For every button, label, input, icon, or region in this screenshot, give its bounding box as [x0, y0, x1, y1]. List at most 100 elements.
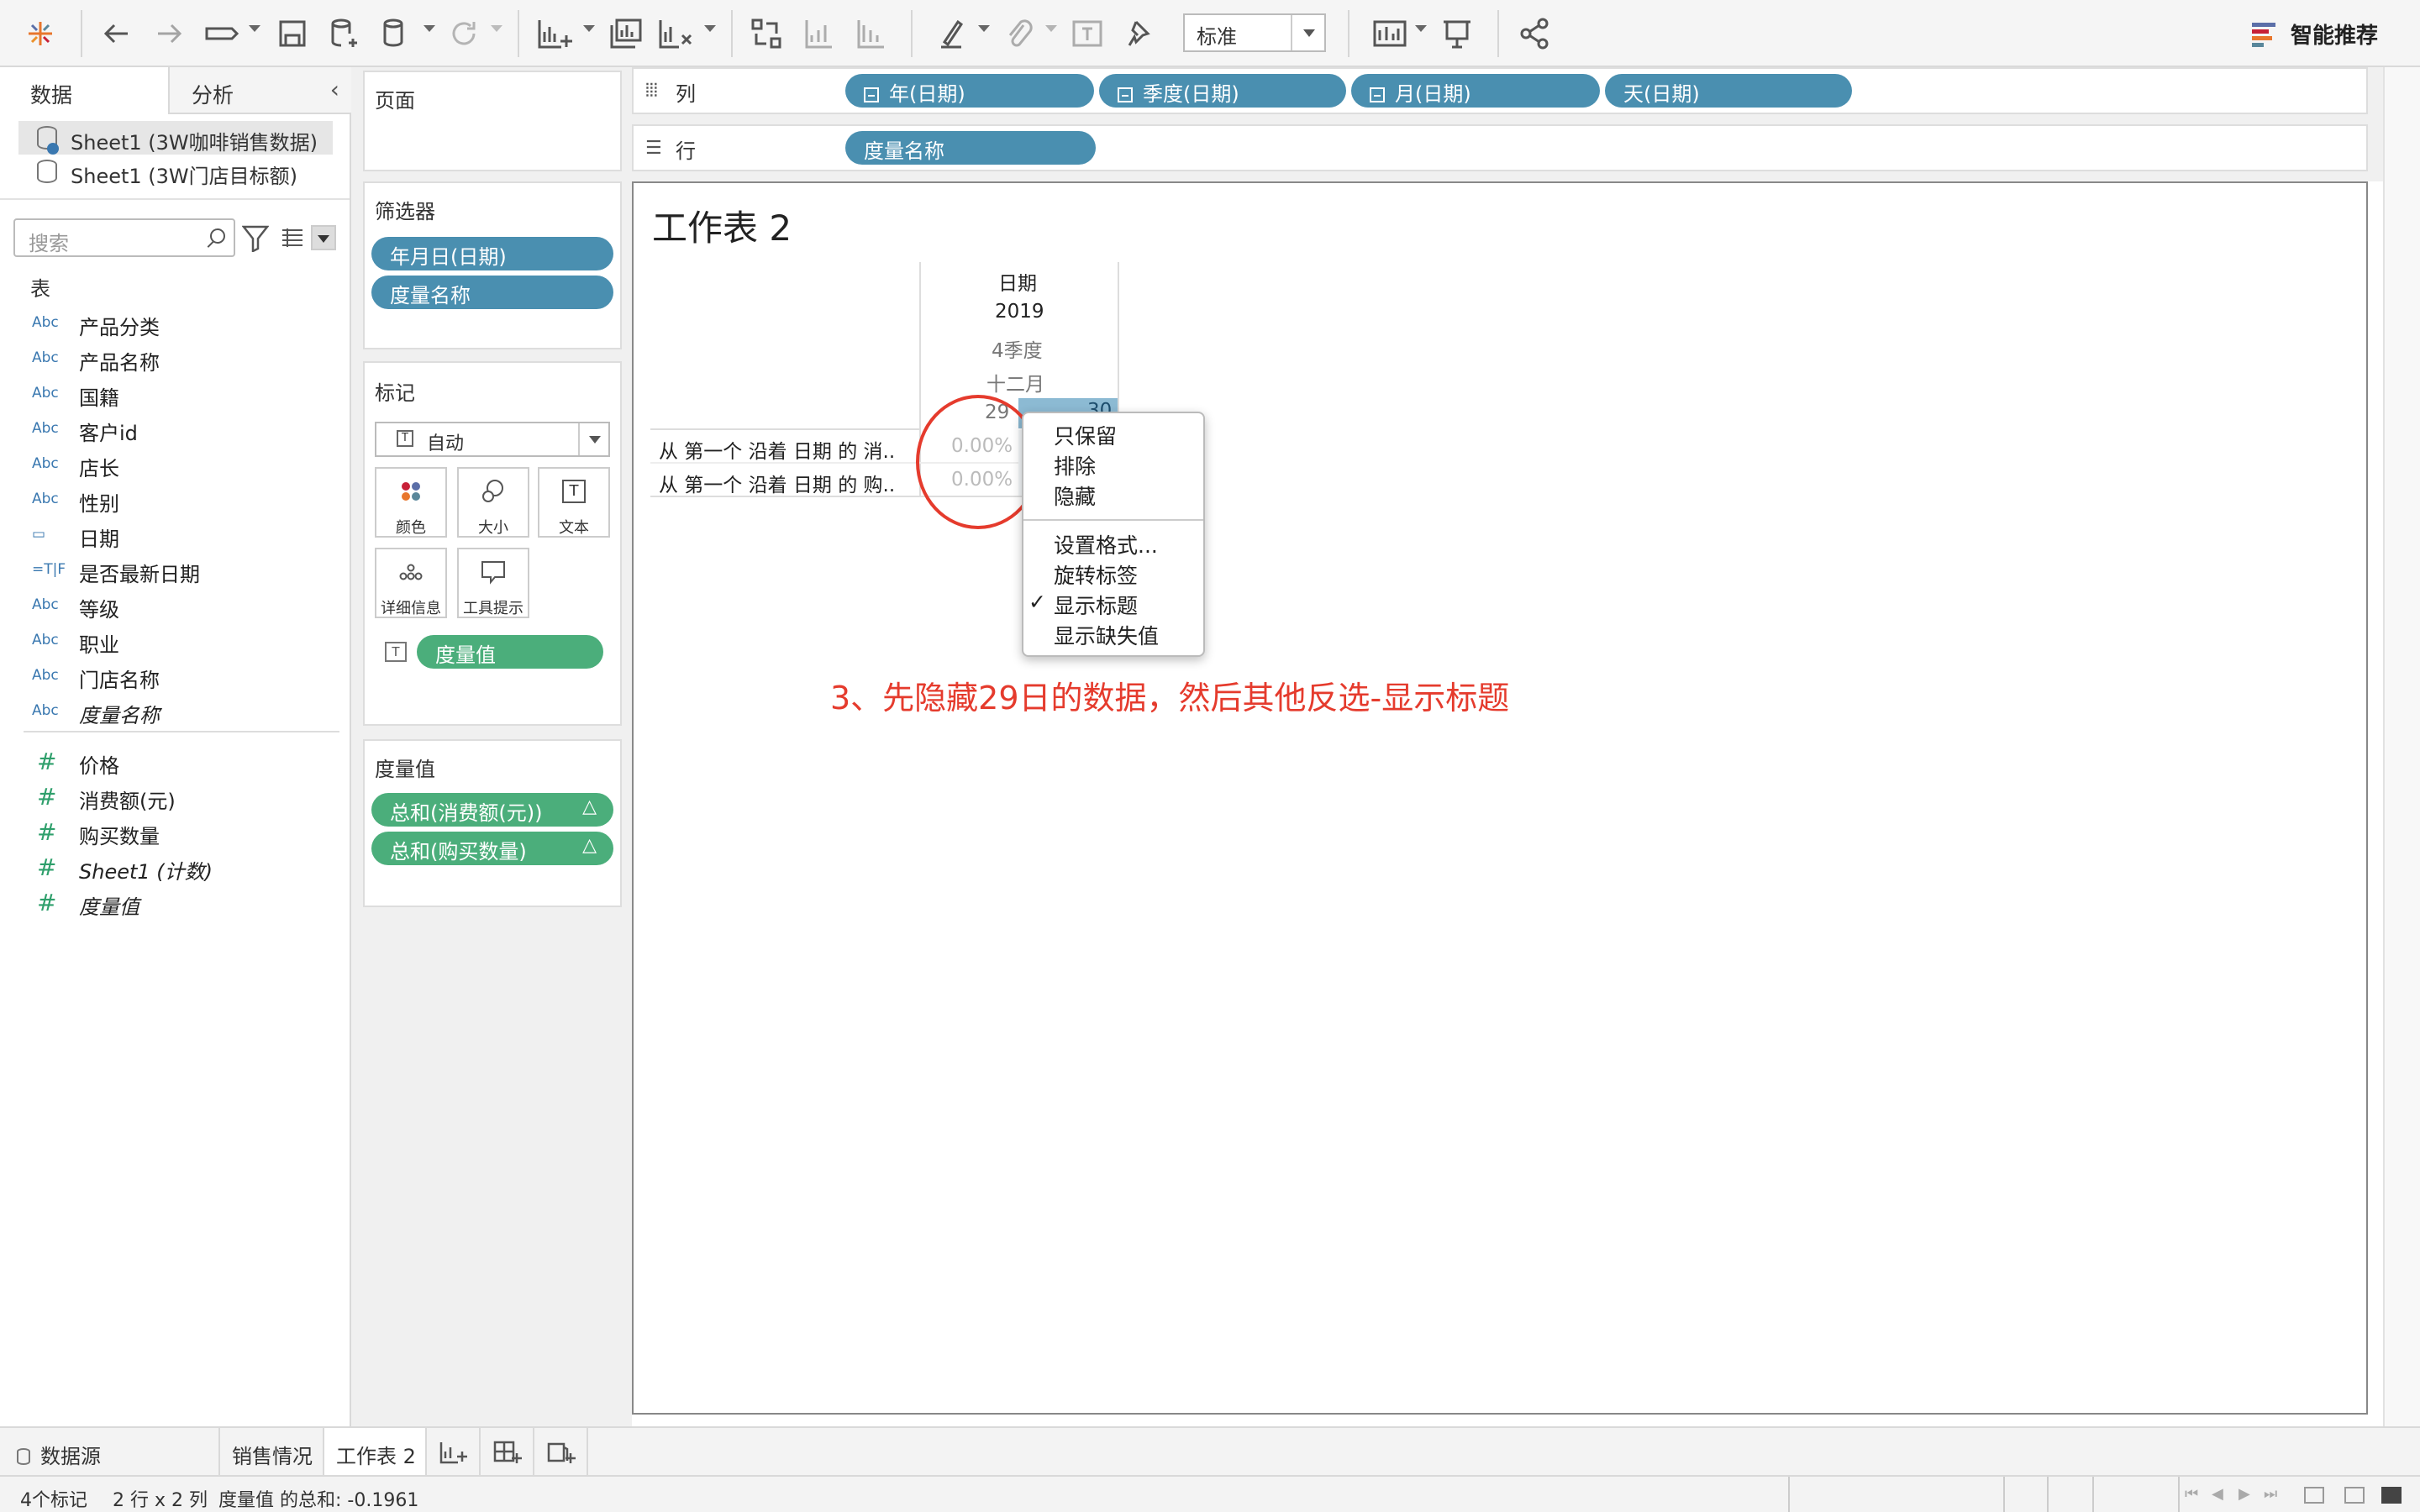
- column-pill-quarter[interactable]: 季度(日期): [1099, 74, 1346, 108]
- filter-fields-icon[interactable]: [241, 223, 270, 255]
- replay-dropdown-icon[interactable]: [249, 25, 260, 32]
- measure-pill-sales[interactable]: 总和(消费额(元)) △: [371, 793, 613, 827]
- next-sheet-icon[interactable]: ▶: [2238, 1485, 2250, 1503]
- tab-analysis[interactable]: 分析 ‹: [170, 67, 351, 114]
- column-pill-year[interactable]: 年(日期): [845, 74, 1094, 108]
- menu-item-hide[interactable]: 隐藏: [1054, 480, 1096, 511]
- datasource-dropdown-icon[interactable]: [424, 25, 435, 32]
- column-pill-month[interactable]: 月(日期): [1351, 74, 1600, 108]
- datasource-item-coffee-sales[interactable]: Sheet1 (3W咖啡销售数据): [18, 121, 333, 155]
- sort-ascending-icon[interactable]: [800, 12, 837, 55]
- refresh-dropdown-icon[interactable]: [491, 25, 502, 32]
- save-icon[interactable]: [274, 12, 311, 55]
- field-item[interactable]: # 购买数量: [0, 816, 345, 850]
- month-header[interactable]: 十二月: [986, 368, 1044, 396]
- field-item[interactable]: Abc 店长: [0, 449, 345, 482]
- field-item[interactable]: Abc 性别: [0, 484, 345, 517]
- measure-pill-quantity[interactable]: 总和(购买数量) △: [371, 832, 613, 865]
- undo-icon[interactable]: [97, 12, 134, 55]
- field-item[interactable]: # 度量值: [0, 887, 345, 921]
- refresh-icon[interactable]: [445, 12, 482, 55]
- year-header[interactable]: 2019: [995, 301, 1044, 323]
- clear-sheet-icon[interactable]: [655, 12, 697, 55]
- menu-item-rotate-label[interactable]: 旋转标签: [1054, 559, 1138, 590]
- field-item[interactable]: Abc 等级: [0, 590, 345, 623]
- field-item[interactable]: ▭ 日期: [0, 519, 345, 553]
- sort-descending-icon[interactable]: [852, 12, 889, 55]
- tab-worksheet-2[interactable]: 工作表 2: [324, 1428, 427, 1477]
- field-item[interactable]: Abc 职业: [0, 625, 345, 659]
- duplicate-sheet-icon[interactable]: [605, 12, 647, 55]
- filter-pill-date[interactable]: 年月日(日期): [371, 237, 613, 270]
- clear-dropdown-icon[interactable]: [704, 25, 716, 32]
- size-mark-button[interactable]: 大小: [457, 467, 529, 538]
- field-item[interactable]: Abc 客户id: [0, 413, 345, 447]
- detail-mark-button[interactable]: 详细信息: [375, 548, 447, 618]
- show-me-button[interactable]: 智能推荐: [2252, 15, 2378, 52]
- field-item[interactable]: # 消费额(元): [0, 781, 345, 815]
- field-item[interactable]: Abc 国籍: [0, 378, 345, 412]
- show-cards-icon[interactable]: [1370, 12, 1412, 55]
- new-worksheet-tab-icon[interactable]: [427, 1428, 481, 1477]
- search-input[interactable]: 搜索: [13, 218, 235, 257]
- filmstrip-icon[interactable]: [2344, 1487, 2365, 1504]
- view-data-icon[interactable]: [281, 227, 304, 249]
- pause-updates-icon[interactable]: [378, 12, 415, 55]
- menu-item-show-missing-values[interactable]: 显示缺失值: [1054, 620, 1159, 650]
- menu-item-format[interactable]: 设置格式...: [1054, 529, 1158, 559]
- fix-axes-icon[interactable]: [1123, 12, 1160, 55]
- collapse-pane-icon[interactable]: ‹: [330, 76, 339, 103]
- tab-sales-overview[interactable]: 销售情况: [220, 1428, 324, 1477]
- mark-type-dropdown[interactable]: T 自动: [375, 422, 610, 457]
- new-story-tab-icon[interactable]: [534, 1428, 588, 1477]
- menu-item-exclude[interactable]: 排除: [1054, 450, 1096, 480]
- last-sheet-icon[interactable]: ⏭: [2264, 1485, 2277, 1503]
- replay-icon[interactable]: [202, 12, 244, 55]
- previous-sheet-icon[interactable]: ◀: [2212, 1485, 2223, 1503]
- quarter-header[interactable]: 4季度: [992, 334, 1043, 363]
- new-dashboard-tab-icon[interactable]: [481, 1428, 534, 1477]
- show-cards-dropdown-icon[interactable]: [1415, 25, 1427, 32]
- first-sheet-icon[interactable]: ⏮: [2185, 1485, 2198, 1503]
- datasource-item-store-target[interactable]: Sheet1 (3W门店目标额): [18, 155, 333, 188]
- tableau-logo-icon[interactable]: [24, 12, 57, 55]
- field-item[interactable]: Abc 门店名称: [0, 660, 345, 694]
- new-datasource-icon[interactable]: [326, 12, 363, 55]
- marks-pill-measure-values[interactable]: 度量值: [417, 635, 603, 669]
- column-pill-day[interactable]: 天(日期): [1605, 74, 1852, 108]
- field-item[interactable]: =T|F 是否最新日期: [0, 554, 345, 588]
- color-mark-button[interactable]: 颜色: [375, 467, 447, 538]
- field-item[interactable]: # 价格: [0, 746, 345, 780]
- pane-menu-dropdown[interactable]: [311, 225, 336, 250]
- field-item[interactable]: Abc 度量名称: [0, 696, 345, 729]
- new-worksheet-icon[interactable]: [534, 12, 576, 55]
- tabs-view-icon[interactable]: [2381, 1487, 2402, 1504]
- text-mark-button[interactable]: T 文本: [538, 467, 610, 538]
- swap-rows-columns-icon[interactable]: [748, 12, 785, 55]
- field-item[interactable]: Abc 产品分类: [0, 307, 345, 341]
- field-item[interactable]: # Sheet1 (计数): [0, 852, 345, 885]
- highlight-dropdown-icon[interactable]: [978, 25, 990, 32]
- row-header-quantity[interactable]: 从 第一个 沿着 日期 的 购..: [659, 469, 895, 497]
- share-icon[interactable]: [1516, 12, 1553, 55]
- new-worksheet-dropdown-icon[interactable]: [583, 25, 595, 32]
- filter-pill-measure-names[interactable]: 度量名称: [371, 276, 613, 309]
- fit-dropdown[interactable]: 标准: [1183, 13, 1326, 52]
- tab-data-source[interactable]: 数据源: [0, 1428, 220, 1477]
- row-header-sales[interactable]: 从 第一个 沿着 日期 的 消..: [659, 435, 895, 464]
- redo-icon[interactable]: [151, 12, 188, 55]
- measure-values-card[interactable]: 度量值 总和(消费额(元)) △ 总和(购买数量) △: [363, 739, 622, 907]
- menu-item-show-header[interactable]: 显示标题: [1054, 590, 1138, 620]
- tab-data[interactable]: 数据: [0, 67, 170, 114]
- worksheet-view[interactable]: [632, 181, 2368, 1415]
- group-members-icon[interactable]: [1000, 12, 1037, 55]
- show-labels-icon[interactable]: [1069, 12, 1106, 55]
- filters-card[interactable]: 筛选器 年月日(日期) 度量名称: [363, 181, 622, 349]
- sheet-sorter-icon[interactable]: [2304, 1487, 2324, 1504]
- row-pill-measure-names[interactable]: 度量名称: [845, 131, 1096, 165]
- tooltip-mark-button[interactable]: 工具提示: [457, 548, 529, 618]
- pages-card[interactable]: 页面: [363, 71, 622, 171]
- group-dropdown-icon[interactable]: [1045, 25, 1057, 32]
- field-item[interactable]: Abc 产品名称: [0, 343, 345, 376]
- menu-item-keep-only[interactable]: 只保留: [1054, 420, 1117, 450]
